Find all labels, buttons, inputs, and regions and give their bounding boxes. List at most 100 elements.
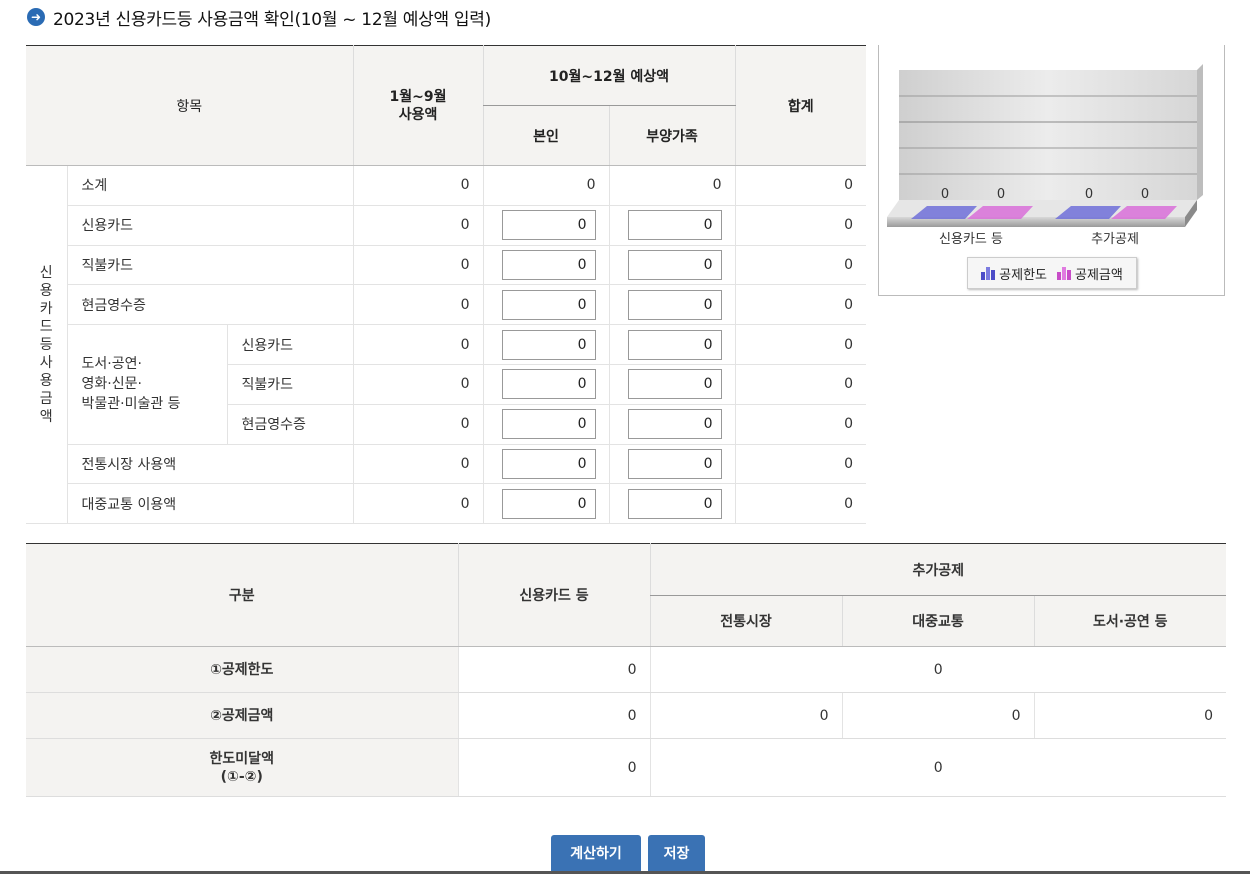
row-label: 현금영수증 <box>66 284 354 326</box>
self-input-culture-debit[interactable]: 0 <box>501 369 596 400</box>
total-value: 0 <box>734 205 867 246</box>
row-label: 소계 <box>66 165 354 206</box>
header-total: 합계 <box>734 45 867 166</box>
self-input-credit[interactable]: 0 <box>501 210 596 241</box>
row-label-line2: (①-②) <box>220 768 263 785</box>
row-label-line1: 한도미달액 <box>209 750 274 767</box>
group-label: 신용카드등 사용금액 <box>26 165 67 525</box>
jan-sep-value: 0 <box>352 284 484 326</box>
dependents-input-cash-receipt[interactable]: 0 <box>627 289 722 320</box>
self-input-culture-credit[interactable]: 0 <box>501 329 596 360</box>
dependents-input-credit[interactable]: 0 <box>627 210 722 241</box>
culture-label-line2: 영화·신문· <box>81 376 142 393</box>
header-credit-card: 신용카드 등 <box>457 543 650 647</box>
row-label: ②공제금액 <box>26 692 458 739</box>
table-row: ①공제한도 0 0 <box>26 646 1226 693</box>
arrow-right-circle-icon: ➜ <box>27 8 45 26</box>
table-row: 신용카드등 사용금액 소계 0 0 0 0 <box>26 165 867 525</box>
button-group: 계산하기 저장 <box>551 835 705 871</box>
header-oct-dec: 10월~12월 예상액 <box>482 45 736 106</box>
chart-back-wall <box>899 70 1197 200</box>
jan-sep-value: 0 <box>352 404 484 445</box>
header-additional: 추가공제 <box>649 543 1226 596</box>
culture-label-line3: 박물관·미술관 등 <box>81 396 181 413</box>
additional-value: 0 <box>649 646 1226 693</box>
dependents-value: 0 <box>608 165 736 206</box>
save-button[interactable]: 저장 <box>648 835 705 871</box>
jan-sep-value: 0 <box>352 483 484 525</box>
header-category: 구분 <box>26 543 458 647</box>
credit-card-value: 0 <box>457 738 650 797</box>
legend-label: 공제한도 <box>999 267 1047 283</box>
total-value: 0 <box>734 324 867 365</box>
total-value: 0 <box>734 245 867 286</box>
dependents-input-debit[interactable]: 0 <box>627 249 722 280</box>
dependents-input-market[interactable]: 0 <box>627 448 722 479</box>
group-label-text: 신용카드등 사용금액 <box>39 264 53 425</box>
calculate-button[interactable]: 계산하기 <box>551 835 641 871</box>
row-label: 직불카드 <box>226 364 354 405</box>
legend-label: 공제금액 <box>1075 267 1123 283</box>
self-input-culture-cash[interactable]: 0 <box>501 409 596 440</box>
row-label: 직불카드 <box>66 245 354 286</box>
table-row: 직불카드 0 0 0 0 <box>26 245 867 286</box>
row-label: ①공제한도 <box>26 646 458 693</box>
credit-card-value: 0 <box>457 646 650 693</box>
self-input-cash-receipt[interactable]: 0 <box>501 289 596 320</box>
bar-chart-icon <box>1057 266 1071 280</box>
table-row: 현금영수증 0 0 0 0 <box>26 284 867 326</box>
bar-chart-icon <box>981 266 996 280</box>
header-jan-sep-line2: 사용액 <box>398 106 438 123</box>
header-culture: 도서·공연 등 <box>1033 595 1226 647</box>
table-row: ②공제금액 0 0 0 0 <box>26 692 1226 739</box>
credit-card-value: 0 <box>457 692 650 739</box>
dependents-input-transit[interactable]: 0 <box>627 488 722 519</box>
row-label: 신용카드 <box>66 205 354 246</box>
row-label: 현금영수증 <box>226 404 354 445</box>
table-row: 대중교통 이용액 0 0 0 0 <box>26 483 867 525</box>
header-jan-sep-line1: 1월~9월 <box>389 88 447 105</box>
data-label: 0 <box>941 187 949 202</box>
self-input-transit[interactable]: 0 <box>501 488 596 519</box>
table-row: 한도미달액 (①-②) 0 0 <box>26 738 1226 797</box>
deduction-table: 구분 신용카드 등 추가공제 전통시장 대중교통 도서·공연 등 ①공제한도 0… <box>26 543 1226 797</box>
culture-value: 0 <box>1033 692 1226 739</box>
x-tick-label: 추가공제 <box>1091 232 1139 247</box>
data-label: 0 <box>997 187 1005 202</box>
x-tick-label: 신용카드 등 <box>939 232 1003 247</box>
header-market: 전통시장 <box>649 595 842 647</box>
row-label: 전통시장 사용액 <box>66 444 354 485</box>
total-value: 0 <box>734 364 867 405</box>
total-value: 0 <box>734 284 867 326</box>
dependents-input-culture-debit[interactable]: 0 <box>627 369 722 400</box>
usage-table: 항목 1월~9월 사용액 10월~12월 예상액 합계 본인 부양가족 신용카드… <box>26 45 867 525</box>
market-value: 0 <box>649 692 842 739</box>
self-input-debit[interactable]: 0 <box>501 249 596 280</box>
self-value: 0 <box>482 165 610 206</box>
row-label: 대중교통 이용액 <box>66 483 354 525</box>
jan-sep-value: 0 <box>352 165 484 206</box>
header-item: 항목 <box>26 45 354 166</box>
page-title-row: ➜ 2023년 신용카드등 사용금액 확인(10월 ~ 12월 예상액 입력) <box>27 6 491 30</box>
transit-value: 0 <box>841 692 1034 739</box>
table-row: 도서·공연· 영화·신문· 박물관·미술관 등 신용카드 0 0 0 0 <box>26 324 867 445</box>
dependents-input-culture-credit[interactable]: 0 <box>627 329 722 360</box>
chart-legend: 공제한도 공제금액 <box>967 257 1137 289</box>
self-input-market[interactable]: 0 <box>501 448 596 479</box>
culture-label-line1: 도서·공연· <box>81 356 142 373</box>
additional-value: 0 <box>649 738 1226 797</box>
jan-sep-value: 0 <box>352 364 484 405</box>
page-title: 2023년 신용카드등 사용금액 확인(10월 ~ 12월 예상액 입력) <box>53 9 491 30</box>
header-dependents: 부양가족 <box>608 105 736 166</box>
deduction-chart: 0 0 0 0 신용카드 등 추가공제 공제한도 공제금액 <box>878 45 1225 296</box>
header-self: 본인 <box>482 105 610 166</box>
jan-sep-value: 0 <box>352 324 484 365</box>
total-value: 0 <box>734 444 867 485</box>
chart-side-wall <box>1197 64 1203 200</box>
row-label: 신용카드 <box>226 324 354 365</box>
jan-sep-value: 0 <box>352 245 484 286</box>
total-value: 0 <box>734 165 867 206</box>
legend-item: 공제금액 <box>1057 264 1123 283</box>
dependents-input-culture-cash[interactable]: 0 <box>627 409 722 440</box>
data-label: 0 <box>1085 187 1093 202</box>
